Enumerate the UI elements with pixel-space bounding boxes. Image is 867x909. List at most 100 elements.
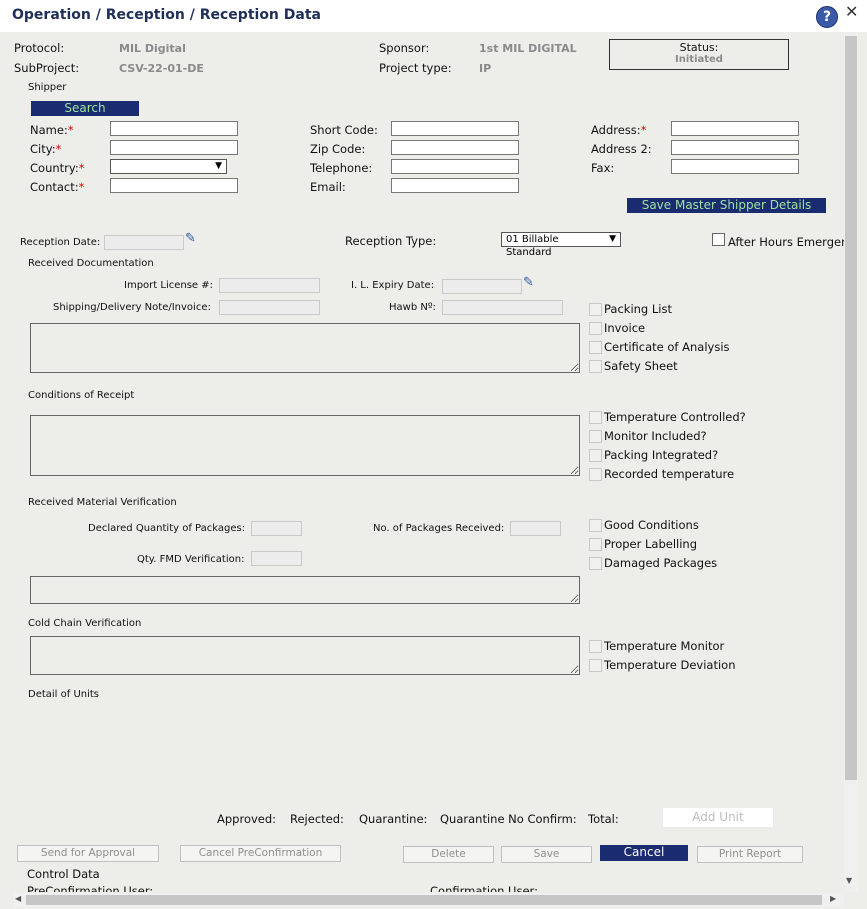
after-hours-checkbox[interactable]	[712, 233, 725, 246]
damaged-packages-label: Damaged Packages	[604, 556, 718, 570]
scroll-left-icon[interactable]: ◀	[15, 894, 21, 903]
temperature-deviation-checkbox[interactable]	[589, 659, 602, 672]
country-select[interactable]: ▼	[110, 159, 227, 174]
temperature-monitor-checkbox[interactable]	[589, 640, 602, 653]
qty-fmd-input[interactable]	[251, 551, 302, 566]
reception-type-select[interactable]: 01 Billable Standard ▼	[501, 232, 621, 258]
total-label: Total:	[588, 812, 619, 826]
preconfirmation-user-label: PreConfirmation User:	[27, 884, 154, 892]
close-icon[interactable]: ✕	[845, 2, 858, 21]
quarantine-label: Quarantine:	[359, 812, 428, 826]
status-box: Status: Initiated	[609, 39, 789, 70]
short-code-label: Short Code:	[310, 123, 378, 137]
good-conditions-checkbox[interactable]	[589, 519, 602, 532]
address2-input[interactable]	[671, 140, 799, 155]
cold-chain-notes-textarea[interactable]	[30, 636, 580, 675]
vertical-scrollbar-thumb[interactable]	[845, 36, 857, 780]
fax-label: Fax:	[591, 161, 615, 175]
after-hours-label: After Hours Emergen	[728, 235, 849, 249]
temperature-deviation-label: Temperature Deviation	[604, 658, 736, 672]
certificate-checkbox[interactable]	[589, 341, 602, 354]
conditions-notes-textarea[interactable]	[30, 415, 580, 476]
invoice-checkbox[interactable]	[589, 322, 602, 335]
protocol-label: Protocol:	[14, 41, 65, 55]
documentation-notes-textarea[interactable]	[30, 323, 580, 373]
approved-label: Approved:	[217, 812, 277, 826]
recorded-temperature-checkbox[interactable]	[589, 468, 602, 481]
telephone-input[interactable]	[391, 159, 519, 174]
subproject-value: CSV-22-01-DE	[119, 62, 204, 75]
add-unit-button[interactable]: Add Unit	[663, 808, 773, 827]
shipping-note-input[interactable]	[219, 300, 320, 315]
status-value: Initiated	[675, 54, 723, 65]
reception-date-input[interactable]	[104, 235, 184, 250]
quarantine-no-confirm-label: Quarantine No Confirm:	[440, 812, 577, 826]
packages-received-input[interactable]	[510, 521, 561, 536]
subproject-label: SubProject:	[14, 61, 80, 75]
short-code-input[interactable]	[391, 121, 519, 136]
city-label: City:*	[30, 142, 62, 156]
verification-notes-textarea[interactable]	[30, 576, 580, 604]
email-input[interactable]	[391, 178, 519, 193]
packing-integrated-label: Packing Integrated?	[604, 448, 719, 462]
project-type-label: Project type:	[379, 61, 452, 75]
sponsor-label: Sponsor:	[379, 41, 430, 55]
documentation-section-label: Received Documentation	[28, 258, 154, 269]
contact-label: Contact:*	[30, 180, 85, 194]
calendar-icon[interactable]: ✎	[523, 275, 534, 290]
print-report-button[interactable]: Print Report	[697, 846, 803, 863]
import-license-label: Import License #:	[124, 280, 213, 291]
contact-input[interactable]	[110, 178, 238, 193]
packing-list-checkbox[interactable]	[589, 303, 602, 316]
protocol-value: MIL Digital	[119, 42, 186, 55]
invoice-label: Invoice	[604, 321, 646, 335]
il-expiry-label: I. L. Expiry Date:	[351, 280, 435, 291]
reception-date-label: Reception Date:	[20, 237, 101, 248]
page-title: Operation / Reception / Reception Data	[12, 7, 321, 23]
calendar-icon[interactable]: ✎	[185, 231, 196, 246]
save-button[interactable]: Save	[501, 846, 592, 863]
scroll-down-icon[interactable]: ▼	[846, 876, 852, 885]
import-license-input[interactable]	[219, 278, 320, 293]
city-input[interactable]	[110, 140, 238, 155]
address-label: Address:*	[591, 123, 647, 137]
chevron-down-icon: ▼	[215, 161, 222, 171]
safety-sheet-checkbox[interactable]	[589, 360, 602, 373]
telephone-label: Telephone:	[310, 161, 373, 175]
status-label: Status:	[679, 41, 719, 54]
scroll-right-icon[interactable]: ▶	[830, 894, 836, 903]
temperature-controlled-checkbox[interactable]	[589, 411, 602, 424]
send-for-approval-button[interactable]: Send for Approval	[17, 845, 159, 862]
declared-quantity-input[interactable]	[251, 521, 302, 536]
cancel-preconfirmation-button[interactable]: Cancel PreConfirmation	[180, 845, 341, 862]
safety-sheet-label: Safety Sheet	[604, 359, 678, 373]
verification-section-label: Received Material Verification	[28, 497, 177, 508]
horizontal-scrollbar-thumb[interactable]	[26, 895, 822, 905]
zip-code-input[interactable]	[391, 140, 519, 155]
fax-input[interactable]	[671, 159, 799, 174]
proper-labelling-label: Proper Labelling	[604, 537, 698, 551]
monitor-included-label: Monitor Included?	[604, 429, 707, 443]
address-input[interactable]	[671, 121, 799, 136]
search-button[interactable]: Search	[31, 101, 139, 116]
proper-labelling-checkbox[interactable]	[589, 538, 602, 551]
zip-code-label: Zip Code:	[310, 142, 366, 156]
monitor-included-checkbox[interactable]	[589, 430, 602, 443]
help-icon[interactable]: ?	[816, 6, 838, 28]
damaged-packages-checkbox[interactable]	[589, 557, 602, 570]
temperature-monitor-label: Temperature Monitor	[604, 639, 725, 653]
temperature-controlled-label: Temperature Controlled?	[604, 410, 746, 424]
save-master-shipper-button[interactable]: Save Master Shipper Details	[627, 198, 826, 213]
address2-label: Address 2:	[591, 142, 652, 156]
packages-received-label: No. of Packages Received:	[373, 523, 505, 534]
name-input[interactable]	[110, 121, 238, 136]
hawb-input[interactable]	[442, 300, 563, 315]
chevron-down-icon: ▼	[609, 234, 616, 244]
declared-quantity-label: Declared Quantity of Packages:	[88, 523, 246, 534]
il-expiry-input[interactable]	[442, 279, 522, 294]
packing-integrated-checkbox[interactable]	[589, 449, 602, 462]
cancel-button[interactable]: Cancel	[600, 845, 688, 861]
reception-type-label: Reception Type:	[345, 234, 437, 248]
cold-chain-section-label: Cold Chain Verification	[28, 618, 142, 629]
delete-button[interactable]: Delete	[403, 846, 494, 863]
